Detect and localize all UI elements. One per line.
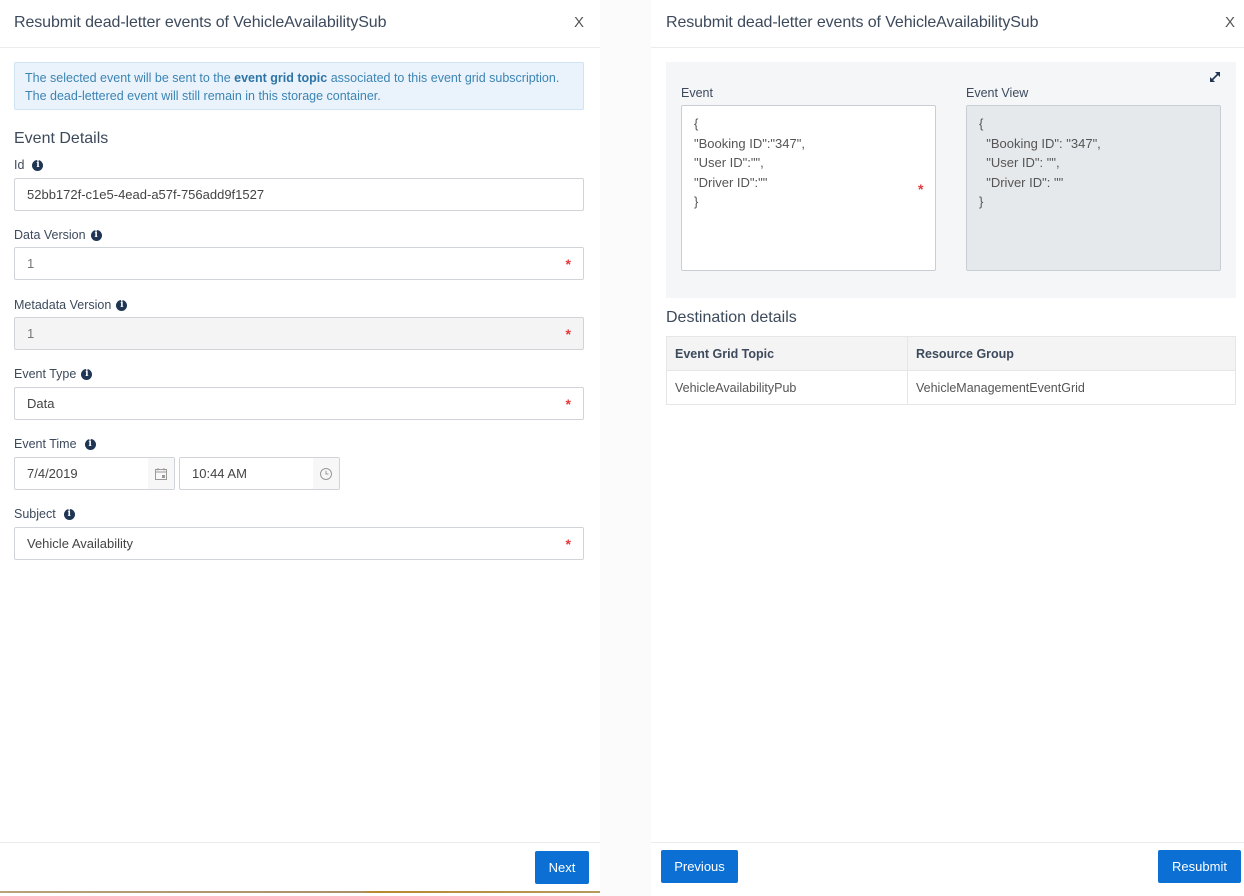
table-header-row: Event Grid Topic Resource Group [666, 336, 1236, 371]
required-indicator: * [565, 325, 571, 342]
id-input[interactable]: 52bb172f-c1e5-4ead-a57f-756add9f1527 [14, 178, 584, 211]
event-label: Event [681, 86, 713, 100]
event-date-picker[interactable]: 7/4/2019 [14, 457, 175, 490]
event-json-editor[interactable]: { "Booking ID":"347", "User ID":"", "Dri… [681, 105, 936, 271]
event-type-label: Event Type i [14, 367, 93, 381]
subject-input[interactable]: Vehicle Availability * [14, 527, 584, 560]
metadata-version-input: 1 * [14, 317, 584, 350]
previous-button[interactable]: Previous [661, 850, 738, 883]
panel-header: Resubmit dead-letter events of VehicleAv… [0, 0, 600, 48]
destination-table: Event Grid Topic Resource Group VehicleA… [666, 336, 1236, 405]
event-details-panel: Resubmit dead-letter events of VehicleAv… [0, 0, 600, 896]
required-indicator: * [918, 181, 924, 197]
resubmit-button[interactable]: Resubmit [1158, 850, 1241, 883]
event-view-label: Event View [966, 86, 1029, 100]
metadata-version-label: Metadata Version i [14, 298, 128, 312]
expand-icon[interactable] [1208, 70, 1222, 84]
calendar-icon[interactable] [148, 458, 174, 489]
info-message: The selected event will be sent to the e… [14, 62, 584, 110]
next-button[interactable]: Next [535, 851, 589, 884]
required-indicator: * [565, 255, 571, 272]
column-header: Event Grid Topic [666, 336, 908, 371]
info-icon[interactable]: i [84, 438, 96, 450]
close-button[interactable]: X [574, 14, 584, 31]
data-version-label: Data Version i [14, 228, 102, 242]
event-time-label: Event Time i [14, 437, 96, 451]
event-time-picker[interactable]: 10:44 AM [179, 457, 340, 490]
bottom-border [0, 891, 600, 893]
info-icon[interactable]: i [90, 229, 102, 241]
footer-divider [651, 842, 1244, 843]
id-label: Id i [14, 158, 44, 172]
close-button[interactable]: X [1225, 14, 1235, 31]
column-header: Resource Group [907, 336, 1236, 371]
event-json-view: { "Booking ID": "347", "User ID": "", "D… [966, 105, 1221, 271]
data-version-input[interactable]: 1 * [14, 247, 584, 280]
panel-header: Resubmit dead-letter events of VehicleAv… [651, 0, 1244, 48]
info-icon[interactable]: i [116, 299, 128, 311]
table-row: VehicleAvailabilityPub VehicleManagement… [666, 370, 1236, 405]
info-icon[interactable]: i [32, 159, 44, 171]
resubmit-panel: Resubmit dead-letter events of VehicleAv… [651, 0, 1244, 896]
section-title: Event Details [14, 130, 109, 147]
footer-divider [0, 842, 600, 843]
table-cell: VehicleAvailabilityPub [666, 370, 908, 405]
event-type-input[interactable]: Data * [14, 387, 584, 420]
required-indicator: * [565, 395, 571, 412]
info-icon[interactable]: i [81, 368, 93, 380]
destination-title: Destination details [666, 309, 797, 326]
clock-icon[interactable] [313, 458, 339, 489]
subject-label: Subject i [14, 507, 75, 521]
panel-title: Resubmit dead-letter events of VehicleAv… [666, 14, 1039, 31]
info-icon[interactable]: i [63, 508, 75, 520]
table-cell: VehicleManagementEventGrid [907, 370, 1236, 405]
required-indicator: * [565, 535, 571, 552]
panel-title: Resubmit dead-letter events of VehicleAv… [14, 14, 387, 31]
